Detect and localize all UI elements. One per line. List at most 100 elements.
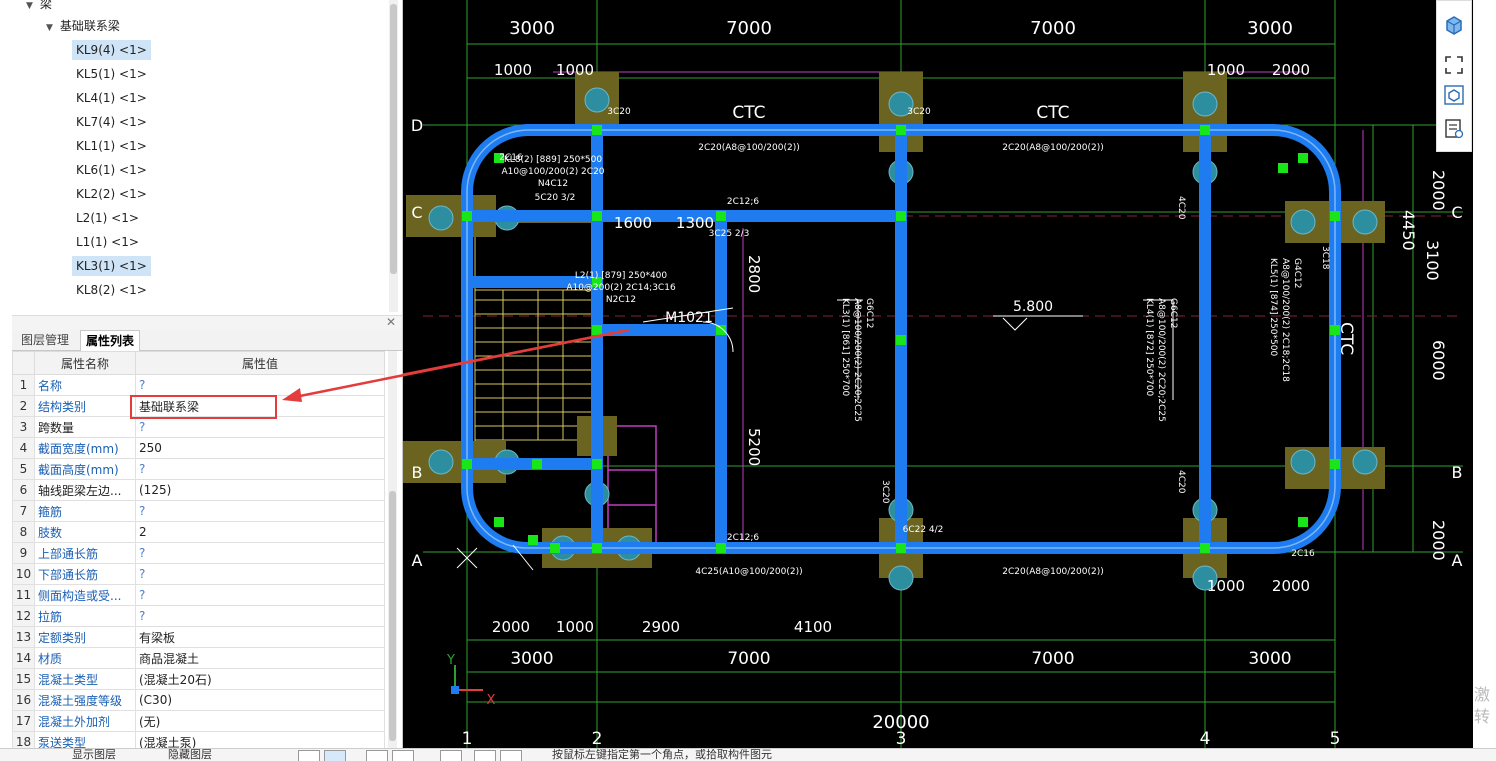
property-row[interactable]: 8 肢数 2	[12, 521, 385, 543]
property-row[interactable]: 15 混凝土类型 (混凝土20石)	[12, 668, 385, 690]
beam-node-marker[interactable]	[1298, 153, 1308, 163]
beam-node-marker[interactable]	[528, 535, 538, 545]
beam-node-marker[interactable]	[592, 125, 602, 135]
snap-button[interactable]	[366, 750, 388, 761]
property-value[interactable]: 商品混凝土	[135, 647, 385, 669]
beam-node-marker[interactable]	[1200, 543, 1210, 553]
tree-item[interactable]: KL7(4) <1>	[72, 112, 151, 132]
pile-circle[interactable]	[1290, 449, 1316, 475]
property-value[interactable]: ?	[135, 416, 385, 438]
property-row[interactable]: 9 上部通长筋?	[12, 542, 385, 564]
property-scrollbar-thumb[interactable]	[389, 491, 396, 741]
property-value[interactable]: (混凝土20石)	[135, 668, 385, 690]
property-row[interactable]: 14 材质 商品混凝土	[12, 647, 385, 669]
tree-item[interactable]: KL1(1) <1>	[72, 136, 151, 156]
property-row[interactable]: 10 下部通长筋?	[12, 563, 385, 585]
caret-down-icon[interactable]: ▼	[26, 0, 36, 16]
pile-circle[interactable]	[584, 87, 610, 113]
pile-circle[interactable]	[1352, 209, 1378, 235]
property-scrollbar[interactable]	[388, 351, 397, 751]
beam-node-marker[interactable]	[896, 125, 906, 135]
property-value[interactable]: ?	[135, 542, 385, 564]
property-value[interactable]: ?	[135, 458, 385, 480]
tree-item[interactable]: KL4(1) <1>	[72, 88, 151, 108]
tree-item[interactable]: KL9(4) <1>	[72, 40, 151, 60]
caret-down-icon[interactable]: ▼	[46, 18, 56, 38]
beam-node-marker[interactable]	[896, 543, 906, 553]
tab-property-list[interactable]: 属性列表	[80, 330, 141, 351]
beam-node-marker[interactable]	[1298, 517, 1308, 527]
property-sheet-icon[interactable]	[1442, 117, 1466, 141]
beam-node-marker[interactable]	[716, 211, 726, 221]
property-value[interactable]: 2	[135, 521, 385, 543]
pile-circle[interactable]	[1290, 209, 1316, 235]
property-row[interactable]: 7 箍筋?	[12, 500, 385, 522]
cad-canvas[interactable]: 3000 7000 7000 3000 1000 1000 1000 2000 2000 1000…	[403, 0, 1473, 748]
property-value[interactable]: ?	[135, 374, 385, 396]
tree-scrollbar-thumb[interactable]	[390, 4, 397, 274]
property-row[interactable]: 6 轴线距梁左边... (125)	[12, 479, 385, 501]
beam-node-marker[interactable]	[716, 543, 726, 553]
property-value[interactable]: (C30)	[135, 689, 385, 711]
beam-node-marker[interactable]	[592, 459, 602, 469]
tree-item[interactable]: KL3(1) <1>	[72, 256, 151, 276]
beam-node-marker[interactable]	[550, 543, 560, 553]
tree-scrollbar[interactable]	[389, 0, 398, 312]
beam-node-marker[interactable]	[592, 543, 602, 553]
beam-node-marker[interactable]	[716, 325, 726, 335]
property-row[interactable]: 16 混凝土强度等级 (C30)	[12, 689, 385, 711]
drawing-svg[interactable]: 3000 7000 7000 30001000 1000 1000 20002000 1000…	[403, 0, 1473, 748]
pile-circle[interactable]	[1192, 91, 1218, 117]
property-row[interactable]: 11 侧面构造或受...?	[12, 584, 385, 606]
property-value[interactable]: (无)	[135, 710, 385, 732]
tree-item[interactable]: KL6(1) <1>	[72, 160, 151, 180]
property-value[interactable]: ?	[135, 563, 385, 585]
tree-item[interactable]: L1(1) <1>	[72, 232, 143, 252]
property-value[interactable]: ?	[135, 584, 385, 606]
beam-node-marker[interactable]	[532, 459, 542, 469]
snap-button[interactable]	[500, 750, 522, 761]
status-show-layer[interactable]: 显示图层	[72, 749, 116, 761]
snap-button[interactable]	[392, 750, 414, 761]
snap-button[interactable]	[440, 750, 462, 761]
tree-item[interactable]: KL5(1) <1>	[72, 64, 151, 84]
beam-node-marker[interactable]	[592, 325, 602, 335]
property-value[interactable]: ?	[135, 500, 385, 522]
property-row[interactable]: 5 截面高度(mm)?	[12, 458, 385, 480]
property-row[interactable]: 17 混凝土外加剂 (无)	[12, 710, 385, 732]
snap-button-active[interactable]	[324, 750, 346, 761]
property-value[interactable]: ?	[135, 605, 385, 627]
beam-node-marker[interactable]	[1330, 211, 1340, 221]
property-row[interactable]: 12 拉筋?	[12, 605, 385, 627]
tree-item[interactable]: L2(1) <1>	[72, 208, 143, 228]
beam-node-marker[interactable]	[592, 211, 602, 221]
snap-button[interactable]	[474, 750, 496, 761]
property-row[interactable]: 3 跨数量?	[12, 416, 385, 438]
property-row[interactable]: 1 名称?	[12, 374, 385, 396]
property-value[interactable]: (125)	[135, 479, 385, 501]
tree-item[interactable]: KL8(2) <1>	[72, 280, 151, 300]
fullscreen-icon[interactable]	[1442, 53, 1466, 77]
pile-circle[interactable]	[1352, 449, 1378, 475]
beam-node-marker[interactable]	[1330, 459, 1340, 469]
pile-circle[interactable]	[888, 565, 914, 591]
beam-node-marker[interactable]	[462, 211, 472, 221]
close-icon[interactable]: ✕	[386, 315, 396, 329]
tab-layer-manager[interactable]: 图层管理	[16, 330, 74, 350]
beam-node-marker[interactable]	[1278, 163, 1288, 173]
panel-splitter[interactable]: ✕	[12, 315, 402, 330]
tree-node-beam[interactable]: ▼ 梁	[26, 0, 52, 14]
property-row[interactable]: 13 定额类别 有梁板	[12, 626, 385, 648]
tree-item[interactable]: KL2(2) <1>	[72, 184, 151, 204]
property-value[interactable]: 250	[135, 437, 385, 459]
property-row[interactable]: 4 截面宽度(mm) 250	[12, 437, 385, 459]
status-hide-layer[interactable]: 隐藏图层	[168, 749, 212, 761]
pile-circle[interactable]	[428, 449, 454, 475]
beam-node-marker[interactable]	[896, 211, 906, 221]
beam-node-marker[interactable]	[896, 335, 906, 345]
property-value[interactable]: 有梁板	[135, 626, 385, 648]
beam-node-marker[interactable]	[462, 459, 472, 469]
cube-view-icon[interactable]	[1442, 13, 1466, 37]
3d-box-icon[interactable]	[1442, 83, 1466, 107]
beam-node-marker[interactable]	[494, 517, 504, 527]
